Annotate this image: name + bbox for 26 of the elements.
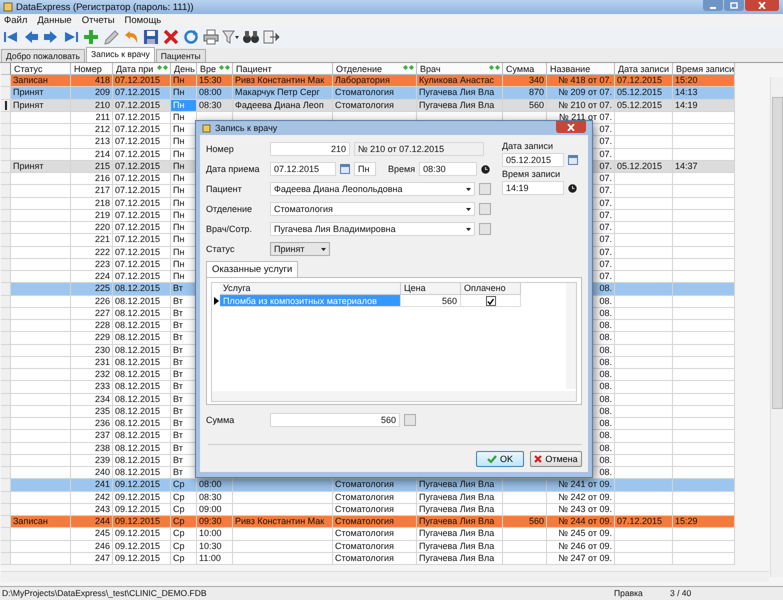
field-label: Пациент	[206, 184, 243, 194]
window-title: DataExpress (Регистратор (пароль: 111))	[16, 2, 194, 12]
field-label: Номер	[206, 144, 235, 154]
field-label: Время	[388, 164, 416, 174]
field-label: Врач/Сотр.	[206, 224, 253, 234]
edit-mode: Правка	[614, 588, 644, 598]
field-label: Сумма	[206, 415, 236, 425]
field-label: Статус	[206, 244, 236, 254]
table-cell: № 247 от 09.	[547, 552, 615, 565]
total-field: 560	[270, 413, 400, 427]
dialog-title: Запись к врачу	[215, 123, 278, 133]
field-label: Отделение	[206, 204, 254, 214]
file-path: D:\MyProjects\DataExpress\_test\CLINIC_DEMO.FDB	[1, 588, 208, 598]
table-cell: 560	[401, 295, 461, 307]
table-cell: Стоматология	[333, 552, 417, 565]
table-cell: Пугачева Лия Вла	[417, 552, 503, 565]
table-cell: 247	[71, 552, 113, 565]
record-position: 3 / 40	[670, 588, 692, 598]
record-caption: № 210 от 07.12.2015	[354, 142, 484, 156]
weekday-field: Пн	[354, 162, 376, 176]
table-cell: Ср	[171, 552, 197, 565]
table-cell: 11:00	[197, 552, 233, 565]
table-cell: 09.12.2015	[113, 552, 171, 565]
table-cell: Пломба из композитных материалов	[220, 295, 401, 307]
table-cell: Пн	[171, 100, 197, 112]
field-label: Дата приема	[206, 164, 261, 174]
